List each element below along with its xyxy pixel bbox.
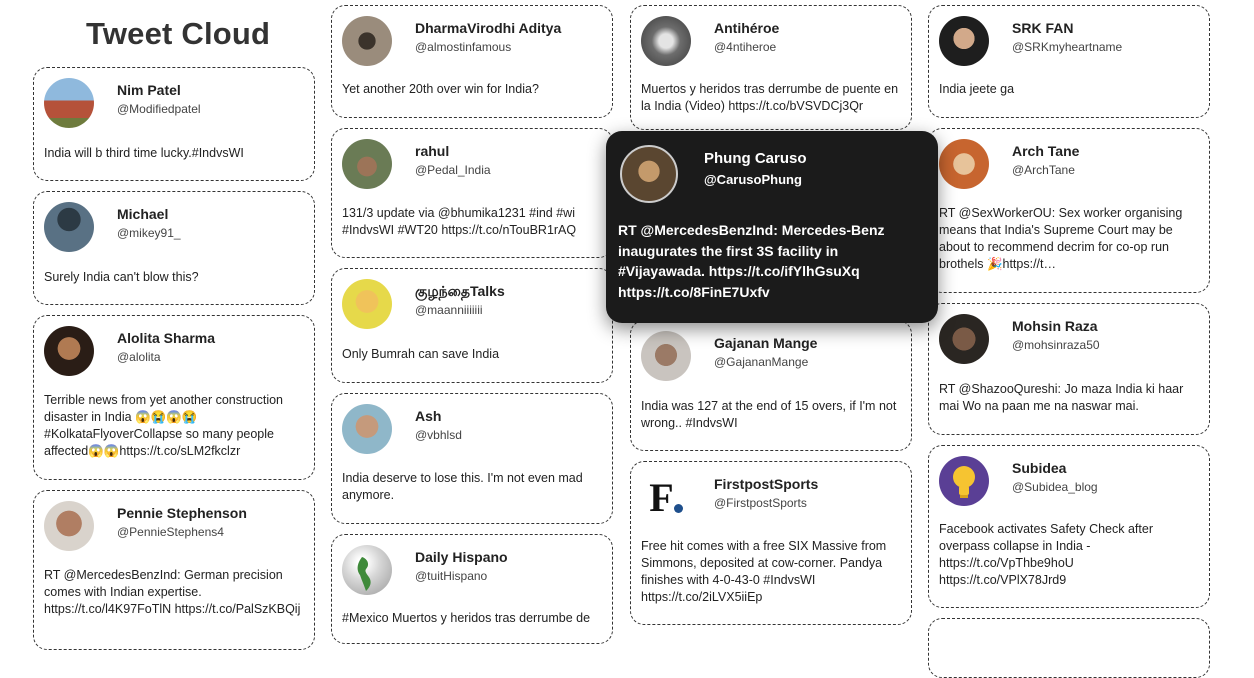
tweet-card[interactable]: F FirstpostSports @FirstpostSports Free … [630,461,912,625]
tweet-author-name: Antihéroe [714,20,780,36]
tweet-author-name: Pennie Stephenson [117,505,247,521]
tweet-author-name: Ash [415,408,442,424]
firstpost-logo-letter: F [649,474,674,520]
tweet-card[interactable]: Arch Tane @ArchTane RT @SexWorkerOU: Sex… [928,128,1210,293]
tweet-author-name: DharmaVirodhi Aditya [415,20,562,36]
tweet-text: Surely India can't blow this? [44,270,199,284]
tweet-text: India jeete ga [939,82,1015,96]
popup-author-name: Phung Caruso [704,150,807,167]
person-photo-icon [44,501,94,551]
tweet-text: Only Bumrah can save India [342,347,500,361]
lightbulb-icon [939,456,989,506]
tweet-text: 131/3 update via @bhumika1231 #ind #wi #… [342,206,577,237]
tweet-card[interactable]: SRK FAN @SRKmyheartname India jeete ga [928,5,1210,118]
tweet-author-handle[interactable]: @maanniiiiiii [415,303,483,317]
tweet-author-name: SRK FAN [1012,20,1074,36]
tweet-author-name: Arch Tane [1012,143,1080,159]
cartoon-character-icon [939,139,989,189]
tweet-card[interactable]: Nim Patel @Modifiedpatel India will b th… [33,67,315,181]
tweet-card[interactable]: Antihéroe @4ntiheroe Muertos y heridos t… [630,5,912,130]
person-photo-icon [44,202,94,252]
cyclist-photo-icon [342,139,392,189]
tweet-author-name: Michael [117,206,169,222]
tweet-hover-popup[interactable]: Phung Caruso @CarusoPhung RT @MercedesBe… [606,131,938,323]
tweet-text: RT @SexWorkerOU: Sex worker organising m… [939,206,1183,271]
headphones-photo-icon [641,16,691,66]
tweet-author-handle[interactable]: @4ntiheroe [714,40,776,54]
page-title: Tweet Cloud [86,16,271,51]
tweet-card[interactable]: Michael @mikey91_ Surely India can't blo… [33,191,315,305]
red-rocks-photo-icon [44,78,94,128]
person-photo-icon [342,16,392,66]
tweet-author-name: Gajanan Mange [714,335,818,351]
tweet-author-handle[interactable]: @alolita [117,350,161,364]
popup-author-handle[interactable]: @CarusoPhung [704,172,802,187]
tweet-author-handle[interactable]: @mikey91_ [117,226,181,240]
tweet-card[interactable]: DharmaVirodhi Aditya @almostinfamous Yet… [331,5,613,118]
tweet-author-name: Mohsin Raza [1012,318,1098,334]
tweet-text: Yet another 20th over win for India? [342,82,539,96]
tweet-card[interactable]: Pennie Stephenson @PennieStephens4 RT @M… [33,490,315,650]
person-photo-icon [44,326,94,376]
tweet-text: Muertos y heridos tras derrumbe de puent… [641,82,899,113]
tweet-card[interactable]: Daily Hispano @tuitHispano #Mexico Muert… [331,534,613,644]
tweet-author-name: Daily Hispano [415,549,508,565]
tweet-author-handle[interactable]: @Modifiedpatel [117,102,201,116]
tweet-author-handle[interactable]: @almostinfamous [415,40,511,54]
firstpost-logo-icon: F [641,472,691,522]
tweet-author-handle[interactable]: @GajananMange [714,355,808,369]
person-photo-icon [641,331,691,381]
tweet-author-name: Alolita Sharma [117,330,216,346]
tweet-author-handle[interactable]: @tuitHispano [415,569,487,583]
tweet-text: RT @MercedesBenzInd: German precision co… [44,568,301,616]
tweet-author-handle[interactable]: @ArchTane [1012,163,1075,177]
tweet-text: India will b third time lucky.#IndvsWI [44,146,244,160]
person-photo-icon [939,314,989,364]
tweet-author-handle[interactable]: @FirstpostSports [714,496,807,510]
tweet-card[interactable]: Alolita Sharma @alolita Terrible news fr… [33,315,315,480]
tweet-text: #Mexico Muertos y heridos tras derrumbe … [342,611,591,625]
tweet-card[interactable]: Mohsin Raza @mohsinraza50 RT @ShazooQure… [928,303,1210,435]
tweet-text: Free hit comes with a free SIX Massive f… [641,539,887,604]
tweet-text: India was 127 at the end of 15 overs, if… [641,399,897,430]
tweet-author-handle[interactable]: @Subidea_blog [1012,480,1098,494]
tweet-text: India deserve to lose this. I'm not even… [342,471,583,502]
tweet-card[interactable]: Gajanan Mange @GajananMange India was 12… [630,320,912,451]
firstpost-logo-dot [673,503,683,513]
tweet-card[interactable]: rahul @Pedal_India 131/3 update via @bhu… [331,128,613,258]
tweet-author-handle[interactable]: @mohsinraza50 [1012,338,1100,352]
person-photo-icon [620,145,678,203]
cartoon-face-icon [342,279,392,329]
tweet-author-name: குழந்தைTalks [415,283,505,299]
tweet-author-name: FirstpostSports [714,476,819,492]
tweet-author-name: Subidea [1012,460,1067,476]
globe-icon [342,545,392,595]
tweet-text: Facebook activates Safety Check after ov… [939,522,1153,587]
tweet-text: Terrible news from yet another construct… [44,393,283,458]
tweet-card[interactable] [928,618,1210,678]
tweet-text: RT @ShazooQureshi: Jo maza India ki haar… [939,382,1184,413]
tweet-author-handle[interactable]: @vbhlsd [415,428,462,442]
tweet-author-name: rahul [415,143,450,159]
tweet-author-handle[interactable]: @Pedal_India [415,163,491,177]
tweet-author-handle[interactable]: @PennieStephens4 [117,525,224,539]
tweet-card[interactable]: Ash @vbhlsd India deserve to lose this. … [331,393,613,524]
tweet-author-name: Nim Patel [117,82,181,98]
person-photo-icon [939,16,989,66]
tweet-card[interactable]: குழந்தைTalks @maanniiiiiii Only Bumrah c… [331,268,613,383]
tweet-author-handle[interactable]: @SRKmyheartname [1012,40,1122,54]
tweet-card[interactable]: Subidea @Subidea_blog Facebook activates… [928,445,1210,608]
person-photo-icon [342,404,392,454]
popup-tweet-text: RT @MercedesBenzInd: Mercedes-Benz inaug… [618,222,885,300]
